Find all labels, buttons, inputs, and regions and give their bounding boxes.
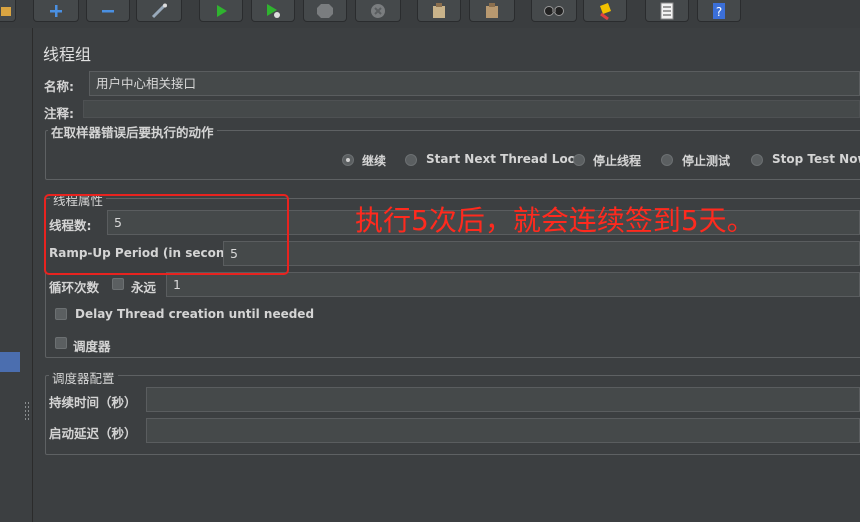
tree-selected-node[interactable] (0, 352, 20, 372)
clear-button[interactable] (417, 0, 461, 22)
delay-thread-label[interactable]: Delay Thread creation until needed (75, 307, 314, 321)
shutdown-icon (370, 3, 386, 19)
clear-all-button[interactable] (469, 0, 515, 22)
forever-label[interactable]: 永远 (131, 277, 156, 296)
name-field[interactable]: 用户中心相关接口 (89, 71, 860, 96)
splitter-grip-icon[interactable] (24, 402, 30, 422)
duration-label: 持续时间（秒） (49, 395, 137, 410)
plus-icon (49, 4, 63, 18)
radio-stop-test-label[interactable]: 停止测试 (682, 152, 730, 169)
pane-splitter[interactable] (22, 28, 33, 522)
function-helper-icon (660, 2, 674, 20)
start-icon (214, 3, 228, 19)
scheduler-checkbox[interactable] (55, 337, 67, 349)
startup-delay-label: 启动延迟（秒） (49, 426, 137, 441)
stop-icon (316, 3, 334, 19)
radio-stop-test[interactable] (661, 154, 673, 166)
search-icon (543, 5, 565, 17)
start-no-pause-button[interactable] (251, 0, 295, 22)
forever-checkbox[interactable] (112, 278, 124, 290)
folder-button[interactable] (0, 0, 16, 22)
radio-next-loop[interactable] (405, 154, 417, 166)
comment-field[interactable] (83, 100, 860, 118)
startup-delay-field[interactable] (146, 418, 860, 443)
radio-stop-test-now[interactable] (751, 154, 763, 166)
folder-icon (1, 5, 11, 17)
radio-continue-label[interactable]: 继续 (362, 152, 386, 169)
minus-icon (101, 4, 115, 18)
reset-search-icon (596, 2, 614, 20)
radio-stop-test-now-label[interactable]: Stop Test Now (772, 152, 860, 166)
loop-count-label: 循环次数 (49, 280, 100, 295)
add-button[interactable] (33, 0, 79, 22)
test-plan-tree[interactable] (0, 28, 23, 522)
remove-button[interactable] (86, 0, 130, 22)
scheduler-label[interactable]: 调度器 (73, 336, 111, 355)
scheduler-config-title: 调度器配置 (49, 368, 118, 387)
toolbar: ? (0, 0, 860, 29)
start-no-pause-icon (265, 3, 281, 19)
rampup-field[interactable]: 5 (223, 241, 860, 266)
wand-icon (150, 3, 168, 19)
start-button[interactable] (199, 0, 243, 22)
function-helper-button[interactable] (645, 0, 689, 22)
search-button[interactable] (531, 0, 577, 22)
annotation-text: 执行5次后，就会连续签到5天。 (355, 204, 755, 237)
radio-next-loop-label[interactable]: Start Next Thread Loop (426, 152, 585, 166)
error-action-title: 在取样器错误后要执行的动作 (48, 122, 217, 141)
radio-continue[interactable] (342, 154, 354, 166)
name-label: 名称: (44, 79, 74, 94)
svg-text:?: ? (716, 5, 722, 19)
clear-icon (430, 2, 448, 19)
stop-button[interactable] (303, 0, 347, 22)
page-title: 线程组 (43, 45, 92, 64)
delay-thread-checkbox[interactable] (55, 308, 67, 320)
reset-search-button[interactable] (583, 0, 627, 22)
help-icon: ? (712, 2, 726, 20)
radio-stop-thread[interactable] (573, 154, 585, 166)
shutdown-button[interactable] (355, 0, 401, 22)
radio-stop-thread-label[interactable]: 停止线程 (593, 152, 641, 169)
comment-label: 注释: (44, 106, 74, 121)
duration-field[interactable] (146, 387, 860, 412)
loop-count-field[interactable]: 1 (166, 272, 860, 297)
clear-all-icon (483, 2, 501, 19)
wand-button[interactable] (136, 0, 182, 22)
annotation-highlight-box (44, 194, 289, 275)
help-button[interactable]: ? (697, 0, 741, 22)
